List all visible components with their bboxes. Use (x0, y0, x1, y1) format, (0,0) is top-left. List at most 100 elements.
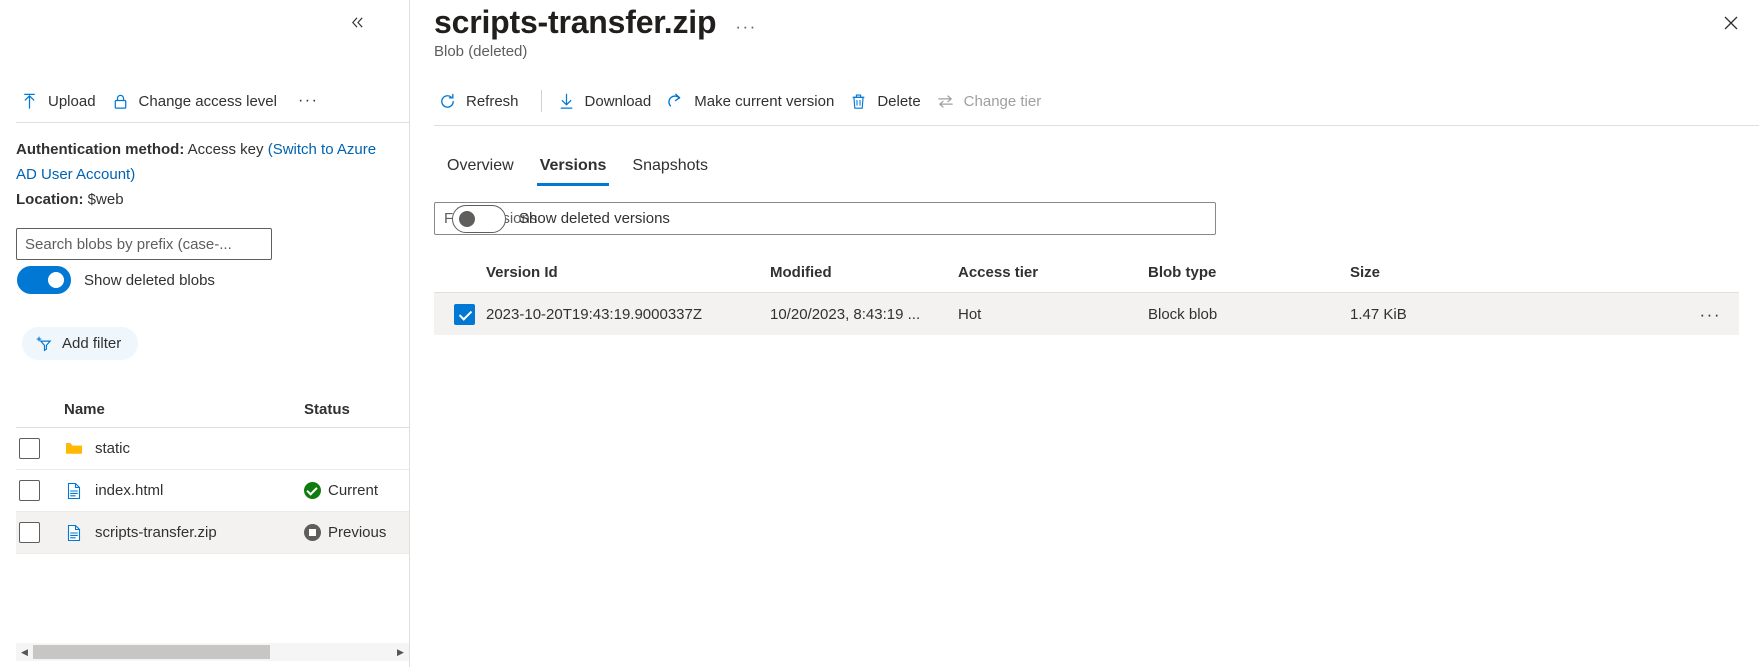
show-deleted-blobs-toggle[interactable] (17, 266, 71, 294)
blob-container-panel: Upload Change access level ··· Authentic… (0, 0, 410, 667)
table-row[interactable]: 2023-10-20T19:43:19.9000337Z 10/20/2023,… (434, 293, 1739, 335)
blob-status-label: Previous (328, 524, 387, 541)
upload-label: Upload (48, 92, 96, 110)
blade-command-divider (434, 125, 1759, 126)
row-checkbox-cell (434, 303, 486, 325)
blob-tabs: Overview Versions Snapshots (434, 144, 721, 186)
search-blobs-input[interactable] (16, 228, 272, 260)
blob-table-header: Name Status (16, 392, 409, 428)
location-value: $web (87, 191, 124, 208)
file-icon (64, 481, 84, 501)
add-filter-button[interactable]: Add filter (22, 327, 139, 360)
folder-icon (64, 439, 84, 459)
blob-name-label: static (95, 440, 131, 457)
tab-snapshots[interactable]: Snapshots (619, 157, 721, 186)
blade-title-row: scripts-transfer.zip ··· (434, 4, 762, 41)
row-checkbox-cell (16, 438, 64, 459)
azure-storage-blob-blade: Upload Change access level ··· Authentic… (0, 0, 1759, 667)
blob-name-label: scripts-transfer.zip (95, 524, 217, 541)
delete-label: Delete (877, 92, 921, 110)
scrollbar-track[interactable] (33, 643, 392, 661)
row-checkbox[interactable] (19, 438, 40, 459)
row-checkbox-cell (16, 522, 64, 543)
scroll-right-arrow-icon[interactable]: ▶ (392, 643, 409, 661)
auth-method-label: Authentication method: (16, 141, 185, 158)
toggle-knob (48, 272, 64, 288)
table-row[interactable]: static (16, 428, 409, 470)
container-command-bar: Upload Change access level ··· (16, 82, 328, 120)
change-access-level-label: Change access level (138, 92, 277, 110)
add-filter-icon (35, 334, 54, 353)
blob-details-blade: scripts-transfer.zip ··· Blob (deleted) … (410, 0, 1759, 667)
upload-icon (20, 92, 39, 111)
upload-button[interactable]: Upload (16, 86, 107, 117)
container-overflow-menu-button[interactable]: ··· (288, 87, 328, 115)
command-bar-divider (16, 122, 409, 123)
restore-icon (666, 92, 685, 111)
blob-list-table: Name Status static index.html Current sc… (16, 392, 409, 637)
tab-overview[interactable]: Overview (434, 157, 527, 186)
tab-versions[interactable]: Versions (527, 157, 620, 186)
lock-icon (111, 92, 130, 111)
scroll-left-arrow-icon[interactable]: ◀ (16, 643, 33, 661)
location-label: Location: (16, 191, 84, 208)
access-tier-cell: Hot (958, 305, 982, 323)
scrollbar-thumb[interactable] (33, 645, 270, 659)
column-header-modified[interactable]: Modified (770, 264, 958, 281)
versions-table-header: Version Id Modified Access tier Blob typ… (434, 253, 1739, 293)
blob-name-cell: scripts-transfer.zip (64, 523, 304, 543)
column-header-blob-type[interactable]: Blob type (1148, 264, 1350, 281)
column-header-name[interactable]: Name (64, 401, 304, 418)
row-checkbox[interactable] (19, 522, 40, 543)
blob-type-cell: Block blob (1148, 305, 1218, 323)
file-icon (64, 523, 84, 543)
add-filter-label: Add filter (62, 335, 122, 352)
change-tier-label: Change tier (963, 92, 1042, 110)
show-deleted-blobs-label: Show deleted blobs (84, 271, 215, 289)
command-separator (540, 90, 542, 112)
row-checkbox[interactable] (454, 303, 475, 325)
row-checkbox[interactable] (19, 480, 40, 501)
blob-status-label: Current (328, 482, 379, 499)
change-access-level-button[interactable]: Change access level (107, 86, 288, 117)
refresh-button[interactable]: Refresh (434, 86, 530, 117)
blob-name-cell: index.html (64, 481, 304, 501)
blob-list-horizontal-scrollbar[interactable]: ◀ ▶ (16, 643, 409, 661)
download-icon (557, 92, 576, 111)
table-row[interactable]: scripts-transfer.zip Previous (16, 512, 409, 554)
blob-name-cell: static (64, 439, 304, 459)
page-title: scripts-transfer.zip (434, 4, 717, 40)
row-actions-cell: ··· (1510, 303, 1739, 326)
blade-subtitle: Blob (deleted) (434, 43, 528, 60)
refresh-icon (438, 92, 457, 111)
toggle-knob (459, 210, 475, 227)
previous-version-icon (304, 524, 321, 541)
column-header-version-id[interactable]: Version Id (486, 264, 770, 281)
download-label: Download (584, 92, 652, 110)
version-id-cell: 2023-10-20T19:43:19.9000337Z (486, 305, 703, 323)
size-cell: 1.47 KiB (1350, 305, 1407, 323)
download-button[interactable]: Download (553, 86, 663, 117)
delete-button[interactable]: Delete (845, 86, 931, 117)
versions-table: Version Id Modified Access tier Blob typ… (434, 253, 1739, 335)
make-current-version-button[interactable]: Make current version (662, 86, 845, 117)
authentication-info: Authentication method: Access key (Switc… (16, 137, 396, 212)
chevron-double-left-icon[interactable] (343, 8, 371, 36)
trash-icon (849, 92, 868, 111)
column-header-access-tier[interactable]: Access tier (958, 264, 1148, 281)
check-circle-icon (304, 482, 321, 499)
row-context-menu-button[interactable]: ··· (1696, 303, 1725, 326)
row-checkbox-cell (16, 480, 64, 501)
modified-cell: 10/20/2023, 8:43:19 ... (770, 305, 921, 323)
show-deleted-versions-row: Show deleted versions (452, 204, 670, 233)
auth-method-value: Access key (187, 141, 264, 158)
column-header-size[interactable]: Size (1350, 264, 1510, 281)
blob-name-label: index.html (95, 482, 164, 499)
blade-overflow-menu-button[interactable]: ··· (730, 14, 761, 39)
show-deleted-versions-toggle[interactable] (452, 204, 506, 233)
versions-filter-row: Show deleted versions (434, 202, 1735, 235)
show-deleted-versions-label: Show deleted versions (519, 210, 670, 227)
swap-icon (936, 92, 955, 111)
close-icon[interactable] (1713, 5, 1749, 41)
table-row[interactable]: index.html Current (16, 470, 409, 512)
